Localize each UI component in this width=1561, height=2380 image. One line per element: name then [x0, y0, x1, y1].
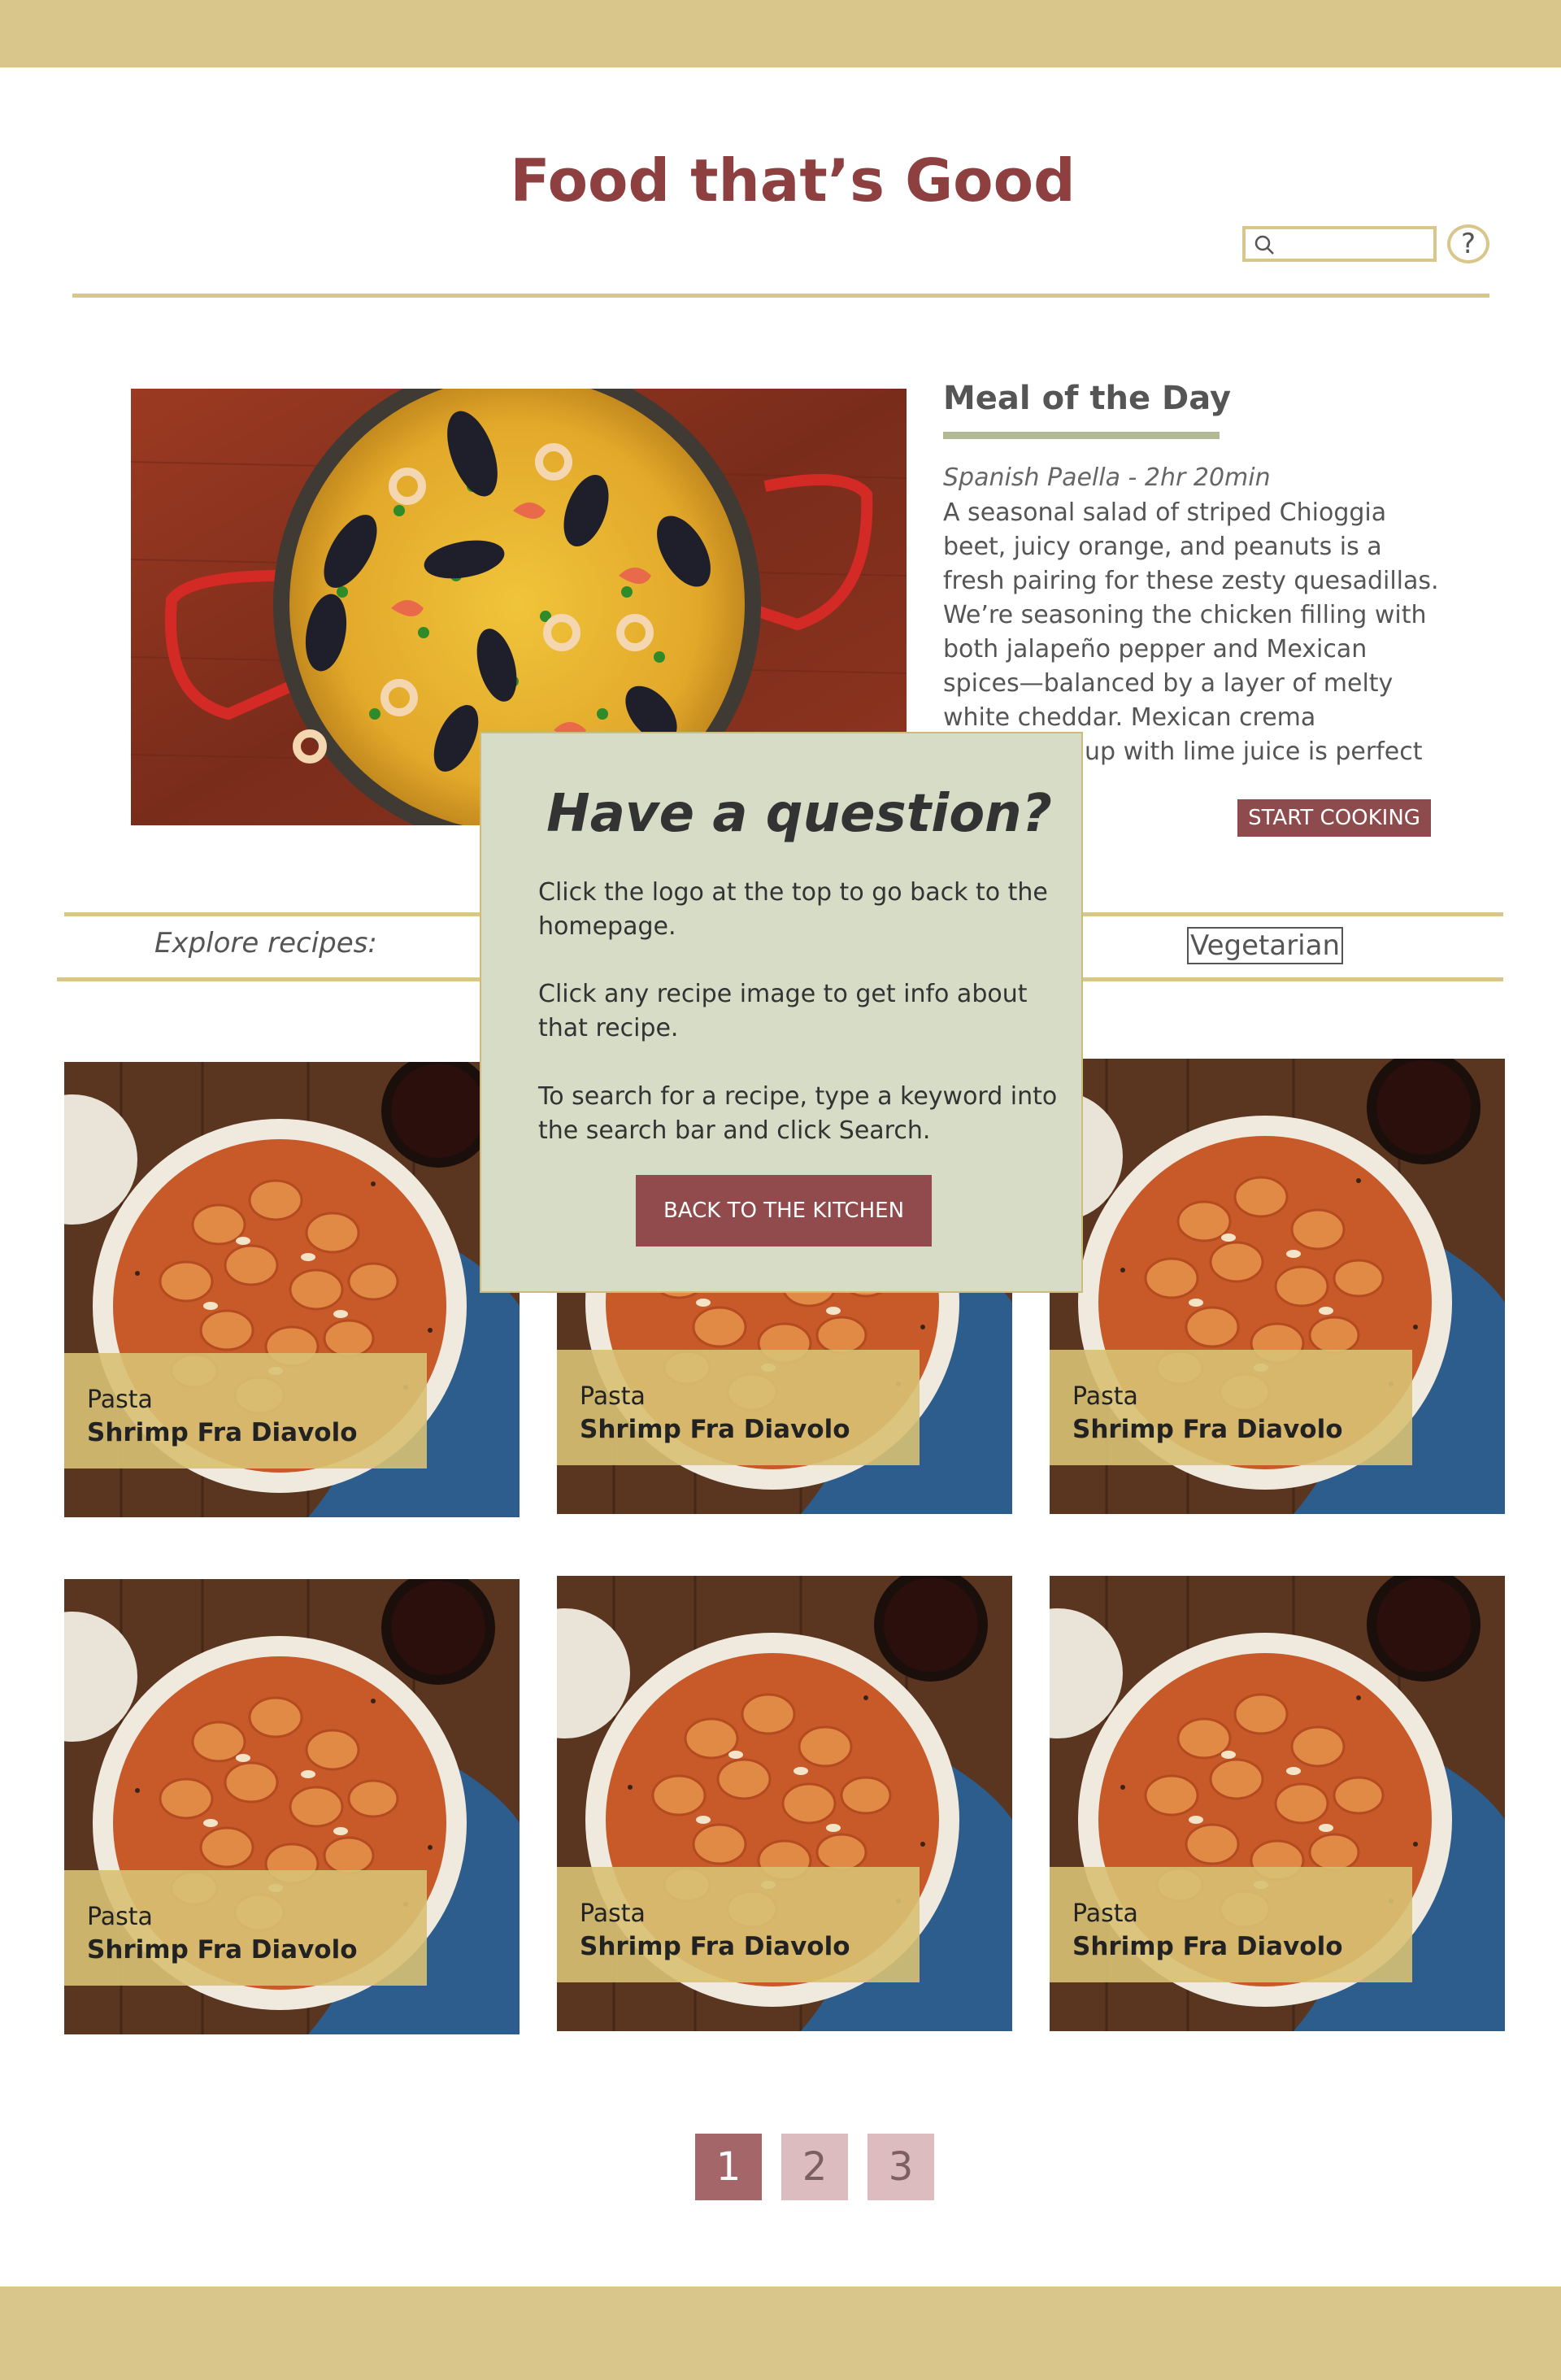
recipe-caption: Pasta Shrimp Fra Diavolo	[1050, 1350, 1412, 1465]
top-banner	[0, 0, 1561, 67]
recipe-name: Shrimp Fra Diavolo	[87, 1418, 358, 1447]
page-3-button[interactable]: 3	[867, 2134, 934, 2200]
footer-banner	[0, 2286, 1561, 2380]
explore-recipes-label: Explore recipes:	[154, 927, 377, 959]
filter-vegetarian-button[interactable]: Vegetarian	[1187, 927, 1343, 964]
dialog-paragraph-search: To search for a recipe, type a keyword i…	[538, 1082, 1058, 1145]
dialog-title: Have a question?	[546, 784, 1052, 844]
recipe-category: Pasta	[1072, 1382, 1138, 1411]
recipe-name: Shrimp Fra Diavolo	[1072, 1932, 1343, 1961]
recipe-name: Shrimp Fra Diavolo	[1072, 1415, 1343, 1444]
recipe-category: Pasta	[87, 1903, 153, 1931]
help-button[interactable]: ?	[1447, 224, 1489, 263]
search-bar[interactable]	[1242, 226, 1437, 262]
recipe-category: Pasta	[580, 1382, 646, 1411]
recipe-card[interactable]: Pasta Shrimp Fra Diavolo	[1050, 1576, 1505, 2031]
recipe-name: Shrimp Fra Diavolo	[580, 1932, 850, 1961]
meal-subtitle: Spanish Paella - 2hr 20min	[943, 463, 1271, 492]
recipe-category: Pasta	[87, 1386, 153, 1414]
page-2-button[interactable]: 2	[781, 2134, 848, 2200]
dialog-paragraph-logo: Click the logo at the top to go back to …	[538, 878, 1048, 941]
recipe-card[interactable]: Pasta Shrimp Fra Diavolo	[557, 1576, 1012, 2031]
recipe-name: Shrimp Fra Diavolo	[580, 1415, 850, 1444]
search-input[interactable]	[1283, 233, 1429, 257]
recipe-caption: Pasta Shrimp Fra Diavolo	[64, 1870, 427, 1986]
back-to-kitchen-button[interactable]: BACK TO THE KITCHEN	[636, 1175, 932, 1247]
recipe-name: Shrimp Fra Diavolo	[87, 1935, 358, 1964]
search-icon[interactable]	[1254, 234, 1275, 255]
recipe-caption: Pasta Shrimp Fra Diavolo	[557, 1867, 920, 1982]
recipe-caption: Pasta Shrimp Fra Diavolo	[64, 1353, 427, 1468]
recipe-category: Pasta	[1072, 1899, 1138, 1928]
recipe-caption: Pasta Shrimp Fra Diavolo	[1050, 1867, 1412, 1982]
recipe-category: Pasta	[580, 1899, 646, 1928]
dialog-paragraph-recipe: Click any recipe image to get info about…	[538, 980, 1028, 1042]
recipe-caption: Pasta Shrimp Fra Diavolo	[557, 1350, 920, 1465]
recipe-card[interactable]: Pasta Shrimp Fra Diavolo	[64, 1062, 520, 1517]
recipe-card[interactable]: Pasta Shrimp Fra Diavolo	[1050, 1059, 1505, 1514]
start-cooking-button[interactable]: START COOKING	[1237, 799, 1431, 837]
help-dialog: Have a question? Click the logo at the t…	[480, 732, 1083, 1293]
meal-of-day-heading: Meal of the Day	[943, 380, 1232, 417]
site-logo[interactable]: Food that’s Good	[0, 146, 1561, 215]
recipe-card[interactable]: Pasta Shrimp Fra Diavolo	[64, 1579, 520, 2034]
header-divider	[72, 294, 1489, 298]
heading-underline	[943, 432, 1220, 439]
page-1-button[interactable]: 1	[695, 2134, 762, 2200]
